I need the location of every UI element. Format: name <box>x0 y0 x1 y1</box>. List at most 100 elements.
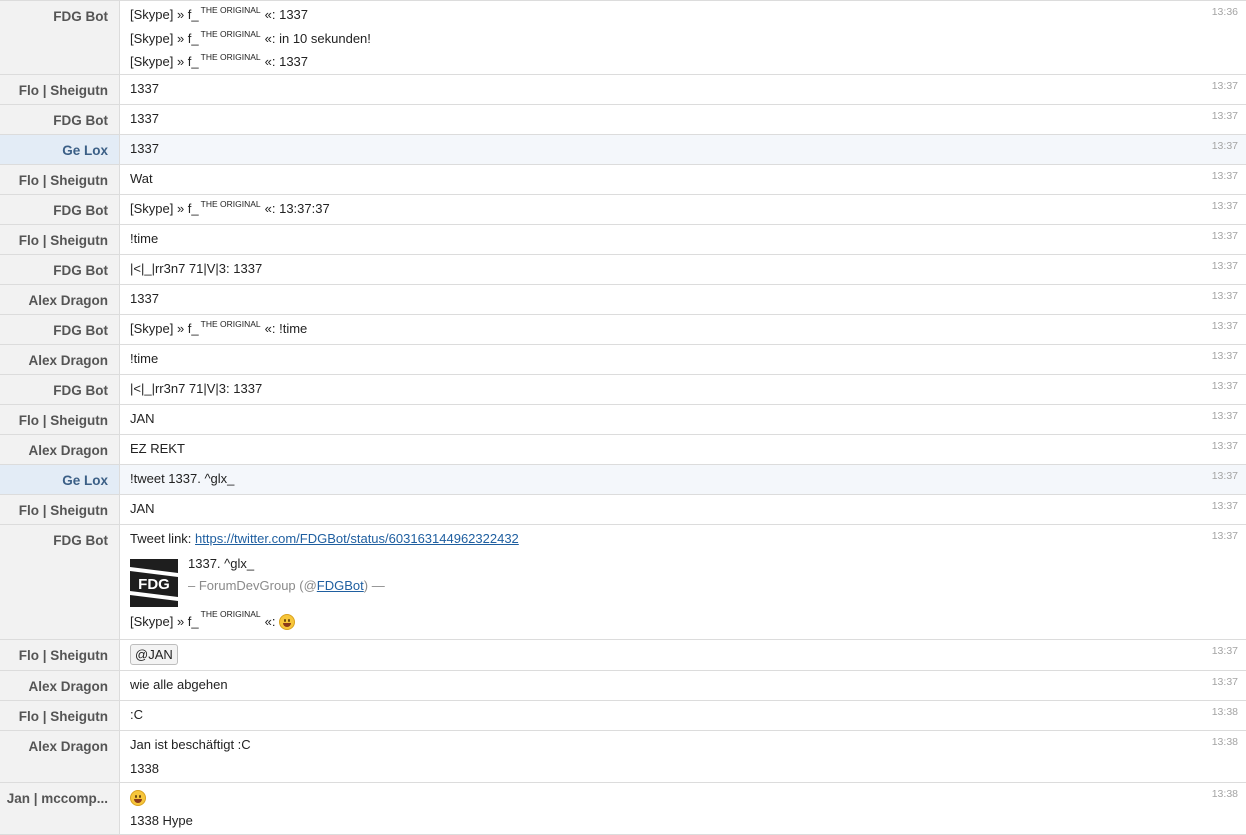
message-row: Flo | Sheigutn !time 13:37 <box>0 225 1246 255</box>
message-line: Tweet link: https://twitter.com/FDGBot/s… <box>120 527 1246 551</box>
timestamp: 13:37 <box>1211 470 1238 482</box>
message-body: JAN 13:37 <box>120 405 1246 434</box>
message-text: 1338 Hype <box>130 812 193 828</box>
message-row: Alex Dragon EZ REKT 13:37 <box>0 435 1246 465</box>
timestamp: 13:37 <box>1211 350 1238 362</box>
smile-emoji-icon <box>130 789 146 806</box>
message-body: !tweet 1337. ^glx_ 13:37 <box>120 465 1246 494</box>
username[interactable]: Flo | Sheigutn <box>0 165 120 194</box>
author-handle-link[interactable]: FDGBot <box>317 578 364 593</box>
message-text: !time <box>130 231 159 246</box>
superscript-text: THE ORIGINAL <box>200 199 261 209</box>
message-row-highlighted: Ge Lox 1337 13:37 <box>0 135 1246 165</box>
timestamp: 13:37 <box>1211 230 1238 242</box>
message-body: 1337 13:37 <box>120 135 1246 164</box>
message-row: FDG Bot |<|_|rr3n7 71|V|3: 1337 13:37 <box>0 255 1246 285</box>
message-row: Alex Dragon !time 13:37 <box>0 345 1246 375</box>
username[interactable]: Alex Dragon <box>0 731 120 782</box>
superscript-text: THE ORIGINAL <box>200 319 261 329</box>
timestamp: 13:37 <box>1211 260 1238 272</box>
embed-footer: [Skype] » f_ THE ORIGINAL «: <box>130 609 296 631</box>
message-row: FDG Bot 1337 13:37 <box>0 105 1246 135</box>
message-line: [Skype] » f_ THE ORIGINAL «: 1337 <box>120 3 1246 27</box>
username[interactable]: Jan | mccomp... <box>0 783 120 834</box>
logo-text: FDG <box>138 576 170 593</box>
timestamp: 13:37 <box>1211 530 1238 542</box>
username[interactable]: Flo | Sheigutn <box>0 405 120 434</box>
username[interactable]: FDG Bot <box>0 105 120 134</box>
message-text: [Skype] » f_ <box>130 30 199 46</box>
message-row: Alex Dragon Jan ist beschäftigt :C 1338 … <box>0 731 1246 783</box>
username[interactable]: Flo | Sheigutn <box>0 225 120 254</box>
username[interactable]: Alex Dragon <box>0 671 120 700</box>
message-row: Flo | Sheigutn JAN 13:37 <box>0 495 1246 525</box>
superscript-text: THE ORIGINAL <box>200 608 261 619</box>
message-body: 1337 13:37 <box>120 105 1246 134</box>
message-line: [Skype] » f_ THE ORIGINAL «: 1337 <box>120 50 1246 74</box>
superscript-text: THE ORIGINAL <box>200 5 261 15</box>
username[interactable]: FDG Bot <box>0 195 120 224</box>
username[interactable]: Flo | Sheigutn <box>0 75 120 104</box>
author-suffix: ) — <box>363 577 385 593</box>
username[interactable]: Ge Lox <box>0 465 120 494</box>
message-row: FDG Bot [Skype] » f_ THE ORIGINAL «: !time… <box>0 315 1246 345</box>
fdg-logo-icon: FDG <box>130 558 178 607</box>
message-body: EZ REKT 13:37 <box>120 435 1246 464</box>
username[interactable]: FDG Bot <box>0 525 120 639</box>
message-text: JAN <box>130 501 155 516</box>
timestamp: 13:37 <box>1211 290 1238 302</box>
username[interactable]: FDG Bot <box>0 315 120 344</box>
message-row: Flo | Sheigutn @JAN 13:37 <box>0 640 1246 671</box>
message-row: Jan | mccomp... 1338 Hype 13:38 <box>0 783 1246 835</box>
message-body: Jan ist beschäftigt :C 1338 13:38 <box>120 731 1246 782</box>
message-row: Flo | Sheigutn :C 13:38 <box>0 701 1246 731</box>
tweet-author: – ForumDevGroup (@FDGBot) — <box>188 578 385 593</box>
message-text: 1337 <box>130 291 159 306</box>
message-line <box>120 785 1246 809</box>
message-body: 1337 13:37 <box>120 285 1246 314</box>
message-text: [Skype] » f_ <box>130 7 199 22</box>
message-text: 1337 <box>130 111 159 126</box>
username[interactable]: Alex Dragon <box>0 435 120 464</box>
username[interactable]: FDG Bot <box>0 1 120 74</box>
message-row: FDG Bot [Skype] » f_ THE ORIGINAL «: 13:37… <box>0 195 1246 225</box>
username[interactable]: Flo | Sheigutn <box>0 701 120 730</box>
message-body: :C 13:38 <box>120 701 1246 730</box>
message-body: wie alle abgehen 13:37 <box>120 671 1246 700</box>
superscript-text: THE ORIGINAL <box>200 52 261 63</box>
message-row: Alex Dragon wie alle abgehen 13:37 <box>0 671 1246 701</box>
username[interactable]: Flo | Sheigutn <box>0 495 120 524</box>
message-text: [Skype] » f_ <box>130 54 199 70</box>
timestamp: 13:37 <box>1211 645 1238 657</box>
message-body: 1337 13:37 <box>120 75 1246 104</box>
message-text: 1337 <box>130 81 159 96</box>
username[interactable]: FDG Bot <box>0 375 120 404</box>
username[interactable]: FDG Bot <box>0 255 120 284</box>
message-row-tweet: FDG Bot Tweet link: https://twitter.com/… <box>0 525 1246 640</box>
tweet-link[interactable]: https://twitter.com/FDGBot/status/603163… <box>195 531 519 546</box>
message-text: !time <box>130 351 159 366</box>
timestamp: 13:37 <box>1211 110 1238 122</box>
tweet-embed: FDG 1337. ^glx_ – ForumDevGroup (@FDGBot… <box>130 551 1246 643</box>
message-body: [Skype] » f_ THE ORIGINAL «: !time 13:37 <box>120 315 1246 344</box>
superscript-text: THE ORIGINAL <box>200 28 261 39</box>
message-text: Wat <box>130 171 153 186</box>
timestamp: 13:37 <box>1211 440 1238 452</box>
message-body: Wat 13:37 <box>120 165 1246 194</box>
author-prefix: – ForumDevGroup (@ <box>188 577 317 593</box>
mention-button[interactable]: @JAN <box>130 644 178 665</box>
timestamp: 13:36 <box>1211 6 1238 18</box>
username[interactable]: Ge Lox <box>0 135 120 164</box>
message-text: 1337 <box>130 141 159 156</box>
timestamp: 13:37 <box>1211 410 1238 422</box>
message-text: !tweet 1337. ^glx_ <box>130 471 235 486</box>
username[interactable]: Alex Dragon <box>0 285 120 314</box>
username[interactable]: Flo | Sheigutn <box>0 640 120 670</box>
message-text: [Skype] » f_ <box>130 321 199 336</box>
timestamp: 13:37 <box>1211 500 1238 512</box>
message-body: !time 13:37 <box>120 225 1246 254</box>
timestamp: 13:38 <box>1211 788 1238 800</box>
message-line: [Skype] » f_ THE ORIGINAL «: 13:37:37 <box>120 197 1246 221</box>
username[interactable]: Alex Dragon <box>0 345 120 374</box>
message-text: wie alle abgehen <box>130 677 228 692</box>
